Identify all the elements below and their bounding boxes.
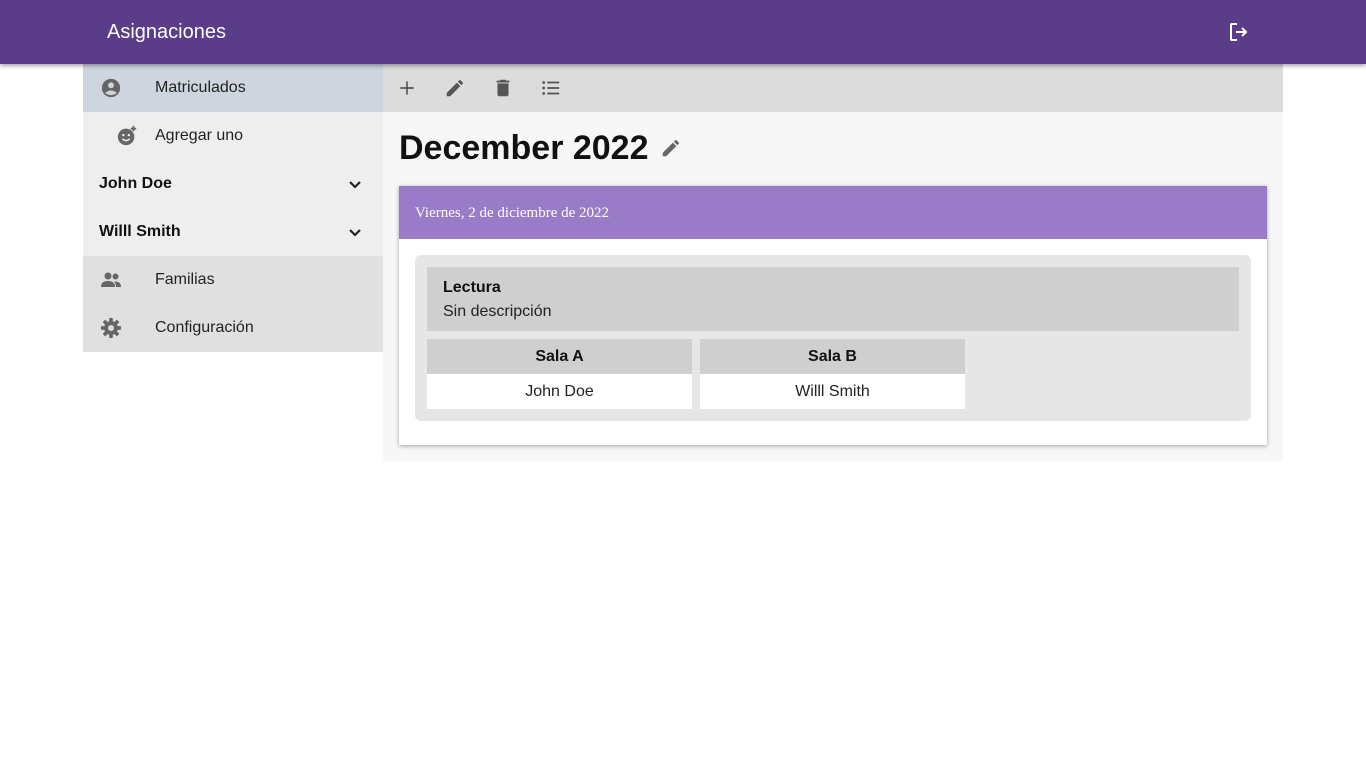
- room-assignee[interactable]: Willl Smith: [700, 374, 965, 409]
- logout-icon: [1227, 20, 1251, 44]
- room-sala-a: Sala A John Doe: [427, 339, 692, 409]
- app-title: Asignaciones: [107, 21, 226, 43]
- activity-header[interactable]: Lectura Sin descripción: [427, 267, 1239, 331]
- sidebar-item-label: Agregar uno: [155, 127, 244, 144]
- page-title: December 2022: [399, 129, 649, 167]
- chevron-down-icon[interactable]: [343, 172, 367, 196]
- day-card: Viernes, 2 de diciembre de 2022 Lectura …: [399, 186, 1267, 445]
- sidebar-item-configuracion[interactable]: Configuración: [83, 304, 383, 352]
- edit-button[interactable]: [443, 76, 467, 100]
- add-button[interactable]: [395, 76, 419, 100]
- sidebar-item-familias[interactable]: Familias: [83, 256, 383, 304]
- add-reaction-icon: [115, 124, 139, 148]
- sidebar-group-willl-smith[interactable]: Willl Smith: [83, 208, 383, 256]
- day-card-header: Viernes, 2 de diciembre de 2022: [399, 186, 1267, 239]
- sidebar-item-label: Configuración: [155, 319, 254, 336]
- app-bar: Asignaciones: [0, 0, 1366, 64]
- list-button[interactable]: [539, 76, 563, 100]
- assignment-block: Lectura Sin descripción Sala A John Doe …: [415, 255, 1251, 421]
- gear-icon: [99, 316, 123, 340]
- sidebar-group-label: John Doe: [99, 175, 172, 192]
- sidebar-item-label: Familias: [155, 271, 215, 288]
- room-name: Sala A: [427, 339, 692, 374]
- delete-button[interactable]: [491, 76, 515, 100]
- add-icon: [397, 78, 417, 98]
- logout-button[interactable]: [1225, 18, 1253, 46]
- edit-icon: [444, 77, 466, 99]
- sidebar-group-john-doe[interactable]: John Doe: [83, 160, 383, 208]
- edit-title-button[interactable]: [659, 136, 683, 160]
- sidebar-item-label: Matriculados: [155, 79, 246, 96]
- sidebar-item-matriculados[interactable]: Matriculados: [83, 64, 383, 112]
- delete-icon: [492, 77, 514, 99]
- account-circle-icon: [99, 76, 123, 100]
- day-date: Viernes, 2 de diciembre de 2022: [415, 205, 610, 221]
- sidebar-group-label: Willl Smith: [99, 223, 181, 240]
- activity-title: Lectura: [443, 279, 501, 296]
- activity-description: Sin descripción: [443, 303, 552, 320]
- list-icon: [540, 77, 562, 99]
- toolbar: [383, 64, 1283, 112]
- room-name: Sala B: [700, 339, 965, 374]
- room-assignee[interactable]: John Doe: [427, 374, 692, 409]
- sidebar-item-agregar-uno[interactable]: Agregar uno: [83, 112, 383, 160]
- edit-icon: [660, 137, 682, 159]
- chevron-down-icon[interactable]: [343, 220, 367, 244]
- main-content: December 2022 Viernes, 2 de diciembre de…: [383, 64, 1283, 461]
- people-icon: [99, 268, 123, 292]
- sidebar: Matriculados Agregar uno John Doe Willl …: [83, 64, 383, 352]
- room-sala-b: Sala B Willl Smith: [700, 339, 965, 409]
